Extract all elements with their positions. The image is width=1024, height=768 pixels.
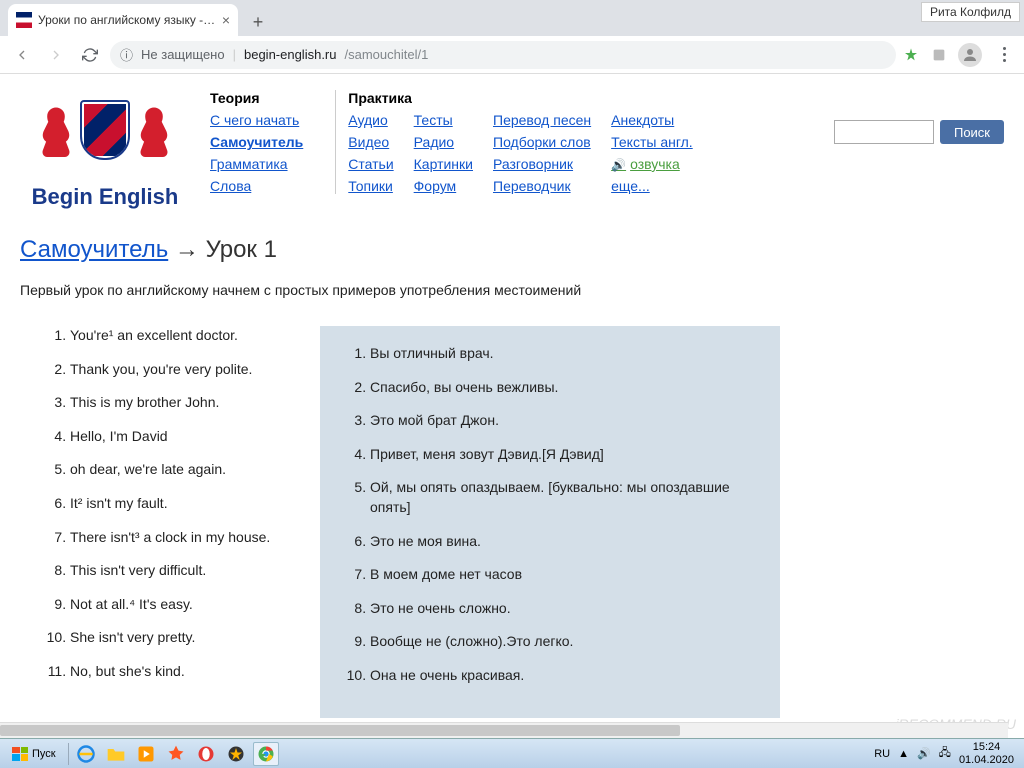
list-item: This is my brother John. [70, 393, 300, 413]
nav-header-theory: Теория [210, 90, 303, 106]
nav-link[interactable]: Форум [414, 178, 473, 194]
nav-link[interactable]: Аудио [348, 112, 393, 128]
windows-icon [12, 747, 28, 761]
nav-link[interactable]: Видео [348, 134, 393, 150]
new-tab-button[interactable]: + [244, 8, 272, 36]
nav-link[interactable]: Анекдоты [611, 112, 693, 128]
security-status: Не защищено [141, 47, 225, 62]
page-title: Урок 1 [206, 236, 277, 263]
list-item: Спасибо, вы очень вежливы. [370, 378, 766, 398]
browser-menu-icon[interactable] [992, 47, 1016, 62]
nav-link[interactable]: Перевод песен [493, 112, 591, 128]
extension-icon[interactable] [930, 46, 948, 64]
taskbar-app-icon[interactable] [163, 742, 189, 766]
list-item: Thank you, you're very polite. [70, 360, 300, 380]
nav-link-audio[interactable]: озвучка [611, 156, 693, 172]
nav-link[interactable]: Тесты [414, 112, 473, 128]
list-item: This isn't very difficult. [70, 561, 300, 581]
nav-link[interactable]: Подборки слов [493, 134, 591, 150]
list-item: Это мой брат Джон. [370, 411, 766, 431]
taskbar: Пуск RU ▲ 🔊 🖧 15:24 01.04.2020 [0, 738, 1024, 768]
reload-button[interactable] [76, 41, 104, 69]
nav-link[interactable]: Самоучитель [210, 134, 303, 150]
url-path: /samouchitel/1 [345, 47, 429, 62]
extension-icon[interactable] [902, 46, 920, 64]
list-item: Not at all.⁴ It's easy. [70, 595, 300, 615]
tray-volume-icon[interactable]: 🔊 [917, 747, 931, 760]
close-tab-icon[interactable]: × [222, 12, 230, 28]
tray-clock[interactable]: 15:24 01.04.2020 [959, 741, 1014, 765]
nav-link[interactable]: С чего начать [210, 112, 303, 128]
start-button[interactable]: Пуск [4, 745, 64, 763]
browser-tab-bar: Уроки по английскому языку - Уро × + Рит… [0, 0, 1024, 36]
list-item: Вообще не (сложно).Это легко. [370, 632, 766, 652]
list-item: No, but she's kind. [70, 662, 300, 682]
list-item: Hello, I'm David [70, 427, 300, 447]
list-item: Это не моя вина. [370, 532, 766, 552]
search-button[interactable]: Поиск [940, 120, 1004, 144]
taskbar-aimp-icon[interactable] [223, 742, 249, 766]
breadcrumb: Самоучитель → Урок 1 [20, 236, 1004, 264]
tray-expand-icon[interactable]: ▲ [898, 748, 909, 760]
list-item: В моем доме нет часов [370, 565, 766, 585]
taskbar-explorer-icon[interactable] [103, 742, 129, 766]
list-item: Это не очень сложно. [370, 599, 766, 619]
intro-text: Первый урок по английскому начнем с прос… [20, 282, 1004, 298]
list-item: Она не очень красивая. [370, 666, 766, 686]
russian-list: Вы отличный врач. Спасибо, вы очень вежл… [350, 344, 766, 686]
english-list: You're¹ an excellent doctor. Thank you, … [50, 326, 300, 682]
forward-button[interactable] [42, 41, 70, 69]
profile-badge[interactable]: Рита Колфилд [921, 2, 1020, 22]
nav-link[interactable]: Слова [210, 178, 303, 194]
horizontal-scrollbar[interactable] [0, 722, 1008, 738]
taskbar-opera-icon[interactable] [193, 742, 219, 766]
nav-link[interactable]: Тексты англ. [611, 134, 693, 150]
taskbar-chrome-icon[interactable] [253, 742, 279, 766]
nav-header-practice: Практика [348, 90, 692, 106]
tab-title: Уроки по английскому языку - Уро [38, 13, 216, 27]
taskbar-ie-icon[interactable] [73, 742, 99, 766]
nav-link[interactable]: Переводчик [493, 178, 591, 194]
list-item: She isn't very pretty. [70, 628, 300, 648]
breadcrumb-link[interactable]: Самоучитель [20, 236, 168, 263]
user-avatar-icon[interactable] [958, 43, 982, 67]
list-item: There isn't³ a clock in my house. [70, 528, 300, 548]
nav-link[interactable]: Топики [348, 178, 393, 194]
list-item: Ой, мы опять опаздываем. [буквально: мы … [370, 478, 766, 517]
shield-icon [80, 100, 130, 160]
list-item: oh dear, we're late again. [70, 460, 300, 480]
tray-lang[interactable]: RU [874, 748, 890, 760]
nav-link[interactable]: еще... [611, 178, 693, 194]
back-button[interactable] [8, 41, 36, 69]
breadcrumb-arrow: → [175, 236, 199, 263]
taskbar-media-icon[interactable] [133, 742, 159, 766]
site-logo[interactable]: Begin English [20, 90, 190, 210]
url-domain: begin-english.ru [244, 47, 337, 62]
browser-toolbar: ⓘ Не защищено | begin-english.ru/samouch… [0, 36, 1024, 74]
list-item: It² isn't my fault. [70, 494, 300, 514]
info-icon[interactable]: ⓘ [120, 45, 133, 64]
browser-tab[interactable]: Уроки по английскому языку - Уро × [8, 4, 238, 36]
list-item: You're¹ an excellent doctor. [70, 326, 300, 346]
nav-link[interactable]: Радио [414, 134, 473, 150]
list-item: Привет, меня зовут Дэвид.[Я Дэвид] [370, 445, 766, 465]
nav-link[interactable]: Статьи [348, 156, 393, 172]
nav-link[interactable]: Разговорник [493, 156, 591, 172]
nav-link[interactable]: Картинки [414, 156, 473, 172]
search-input[interactable] [834, 120, 934, 144]
nav-link[interactable]: Грамматика [210, 156, 303, 172]
tray-network-icon[interactable]: 🖧 [939, 744, 951, 763]
address-bar[interactable]: ⓘ Не защищено | begin-english.ru/samouch… [110, 41, 896, 69]
list-item: Вы отличный врач. [370, 344, 766, 364]
logo-text: Begin English [20, 184, 190, 210]
tab-favicon [16, 12, 32, 28]
